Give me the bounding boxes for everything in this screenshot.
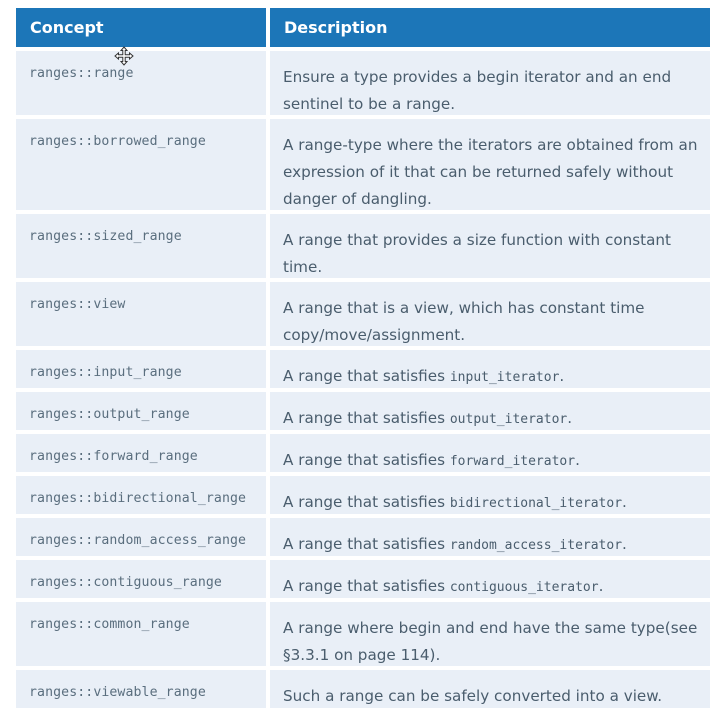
concept-cell: ranges::input_range xyxy=(16,350,266,388)
description-cell: A range that satisfies contiguous_iterat… xyxy=(270,560,710,598)
description-cell: Ensure a type provides a begin iterator … xyxy=(270,51,710,115)
concept-cell: ranges::sized_range xyxy=(16,214,266,278)
description-cell: A range that is a view, which has consta… xyxy=(270,282,710,346)
concept-cell: ranges::view xyxy=(16,282,266,346)
header-description: Description xyxy=(270,8,710,47)
description-cell: A range that satisfies random_access_ite… xyxy=(270,518,710,556)
code-iterator: input_iterator xyxy=(449,370,560,385)
description-cell: A range where begin and end have the sam… xyxy=(270,602,710,666)
code-iterator: output_iterator xyxy=(449,412,568,427)
concept-cell: ranges::common_range xyxy=(16,602,266,666)
concept-cell: ranges::borrowed_range xyxy=(16,119,266,210)
description-cell: A range-type where the iterators are obt… xyxy=(270,119,710,210)
table-row: ranges::output_range A range that satisf… xyxy=(16,392,710,430)
code-iterator: contiguous_iterator xyxy=(449,580,599,595)
table-row: ranges::sized_range A range that provide… xyxy=(16,214,710,278)
table-row: ranges::contiguous_range A range that sa… xyxy=(16,560,710,598)
description-cell: A range that satisfies input_iterator. xyxy=(270,350,710,388)
code-iterator: forward_iterator xyxy=(449,454,576,469)
move-cursor-icon xyxy=(114,46,134,66)
concept-cell: ranges::range xyxy=(16,51,266,115)
code-iterator: bidirectional_iterator xyxy=(449,496,623,511)
description-cell: A range that satisfies forward_iterator. xyxy=(270,434,710,472)
description-cell: A range that provides a size function wi… xyxy=(270,214,710,278)
concept-cell: ranges::forward_range xyxy=(16,434,266,472)
table-row: ranges::viewable_range Such a range can … xyxy=(16,670,710,708)
concept-cell: ranges::contiguous_range xyxy=(16,560,266,598)
table-header: Concept Description xyxy=(16,8,710,47)
description-cell: A range that satisfies bidirectional_ite… xyxy=(270,476,710,514)
description-cell: A range that satisfies output_iterator. xyxy=(270,392,710,430)
concepts-table: Concept Description ranges::range Ensure… xyxy=(16,8,710,712)
table-row: ranges::view A range that is a view, whi… xyxy=(16,282,710,346)
concept-cell: ranges::random_access_range xyxy=(16,518,266,556)
table-row: ranges::input_range A range that satisfi… xyxy=(16,350,710,388)
concept-cell: ranges::bidirectional_range xyxy=(16,476,266,514)
concept-cell: ranges::output_range xyxy=(16,392,266,430)
concept-cell: ranges::viewable_range xyxy=(16,670,266,708)
code-iterator: random_access_iterator xyxy=(449,538,623,553)
table-row: ranges::bidirectional_range A range that… xyxy=(16,476,710,514)
header-concept: Concept xyxy=(16,8,266,47)
description-cell: Such a range can be safely converted int… xyxy=(270,670,710,708)
table-row: ranges::random_access_range A range that… xyxy=(16,518,710,556)
table-row: ranges::borrowed_range A range-type wher… xyxy=(16,119,710,210)
table-row: ranges::forward_range A range that satis… xyxy=(16,434,710,472)
table-row: ranges::common_range A range where begin… xyxy=(16,602,710,666)
